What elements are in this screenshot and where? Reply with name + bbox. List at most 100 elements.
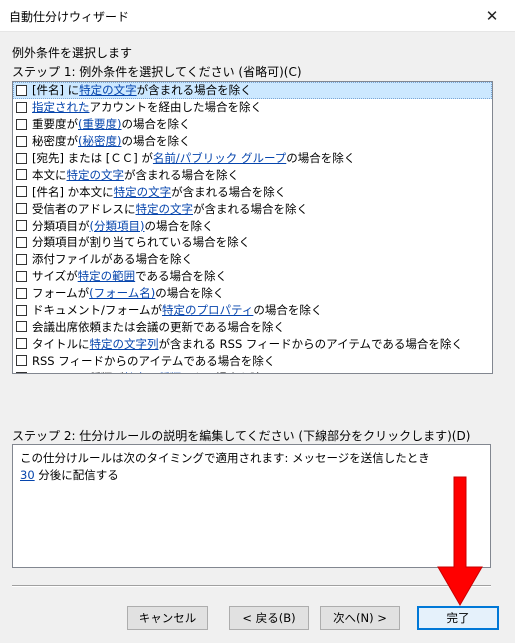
delay-suffix-text: 分後に配信する (34, 468, 119, 482)
condition-checkbox[interactable] (16, 118, 27, 130)
exception-condition-list[interactable]: [件名] に 特定の文字 が含まれる場合を除く 指定された アカウントを経由した場… (12, 81, 493, 374)
next-button[interactable]: 次へ(N) > (320, 606, 400, 630)
window-title: 自動仕分けウィザード (9, 10, 130, 24)
condition-row[interactable]: 分類項目が割り当てられている場合を除く (13, 234, 492, 251)
condition-text: 分類項目が割り当てられている場合を除く (32, 235, 251, 250)
delay-minutes-link[interactable]: 30 (20, 468, 35, 482)
condition-checkbox[interactable] (16, 372, 27, 373)
condition-row[interactable]: タイトルに 特定の文字列 が含まれる RSS フィードからのアイテムである場合を… (13, 335, 492, 352)
button-separator (12, 585, 491, 587)
title-bar: 自動仕分けウィザード ✕ (0, 0, 515, 32)
condition-text: 重要度が (32, 117, 78, 132)
condition-text: の場合を除く (253, 303, 323, 318)
condition-text: 会議出席依頼または会議の更新である場合を除く (32, 319, 285, 334)
finish-button[interactable]: 完了 (417, 606, 499, 630)
condition-text: が含まれる RSS フィードからのアイテムである場合を除く (158, 336, 463, 351)
condition-link[interactable]: (秘密度) (78, 133, 121, 149)
condition-text: が含まれる場合を除く (171, 184, 287, 199)
condition-row[interactable]: 受信者のアドレスに 特定の文字 が含まれる場合を除く (13, 200, 492, 217)
condition-text: RSS フィードからのアイテムである場合を除く (32, 353, 276, 368)
condition-link[interactable]: 特定の種類 (124, 370, 182, 373)
condition-row[interactable]: フォームの種類が 特定の種類 である場合を除く (13, 369, 492, 373)
condition-text: フォームの種類が (32, 370, 124, 373)
condition-row[interactable]: 重要度が (重要度) の場合を除く (13, 116, 492, 133)
condition-text: の場合を除く (121, 117, 191, 132)
condition-link[interactable]: (分類項目) (90, 218, 145, 234)
back-button[interactable]: < 戻る(B) (229, 606, 309, 630)
condition-checkbox[interactable] (16, 253, 27, 265)
step1-label: ステップ 1: 例外条件を選択してください (省略可)(C) (12, 65, 302, 79)
condition-link[interactable]: 特定の文字 (67, 167, 125, 183)
condition-link[interactable]: 特定のプロパティ (162, 302, 253, 318)
condition-row[interactable]: [宛先] または [ＣＣ] が 名前/パブリック グループ の場合を除く (13, 150, 492, 167)
condition-checkbox[interactable] (16, 186, 27, 198)
condition-link[interactable]: (フォーム名) (89, 285, 155, 301)
rule-description-line: この仕分けルールは次のタイミングで適用されます: メッセージを送信したとき (20, 451, 430, 465)
step2-label: ステップ 2: 仕分けルールの説明を編集してください (下線部分をクリックします… (12, 429, 471, 443)
condition-text: フォームが (32, 286, 90, 301)
condition-row[interactable]: [件名] か本文に 特定の文字 が含まれる場合を除く (13, 183, 492, 200)
condition-text: 受信者のアドレスに (32, 201, 136, 216)
condition-row[interactable]: RSS フィードからのアイテムである場合を除く (13, 352, 492, 369)
condition-row[interactable]: フォームが (フォーム名) の場合を除く (13, 285, 492, 302)
condition-text: サイズが (32, 269, 78, 284)
condition-text: が含まれる場合を除く (136, 83, 252, 98)
condition-text: である場合を除く (135, 269, 228, 284)
condition-text: の場合を除く (144, 218, 214, 233)
condition-text: アカウントを経由した場合を除く (89, 100, 263, 115)
condition-row[interactable]: 指定された アカウントを経由した場合を除く (13, 99, 492, 116)
close-button[interactable]: ✕ (469, 0, 515, 31)
condition-row[interactable]: 会議出席依頼または会議の更新である場合を除く (13, 318, 492, 335)
condition-text: の場合を除く (286, 151, 356, 165)
condition-link[interactable]: 指定された (32, 99, 90, 115)
page-heading: 例外条件を選択します (12, 46, 133, 60)
condition-checkbox[interactable] (16, 84, 27, 96)
condition-checkbox[interactable] (16, 101, 27, 113)
condition-checkbox[interactable] (16, 270, 27, 282)
condition-text: 分類項目が (32, 218, 90, 233)
condition-text: 秘密度が (32, 134, 78, 149)
condition-text: である場合を除く (181, 370, 273, 373)
cancel-button[interactable]: キャンセル (127, 606, 208, 630)
red-arrow-annotation (437, 476, 483, 606)
condition-checkbox[interactable] (16, 321, 27, 333)
rule-description-line: 30 分後に配信する (20, 467, 483, 484)
condition-checkbox[interactable] (16, 135, 27, 147)
condition-row[interactable]: 本文に 特定の文字 が含まれる場合を除く (13, 166, 492, 183)
condition-row[interactable]: ドキュメント/フォームが 特定のプロパティ の場合を除く (13, 302, 492, 319)
condition-checkbox[interactable] (16, 355, 27, 367)
condition-checkbox[interactable] (16, 203, 27, 215)
condition-text: [件名] か本文に (32, 184, 114, 199)
rule-description-box: この仕分けルールは次のタイミングで適用されます: メッセージを送信したとき 30… (12, 444, 491, 568)
condition-row[interactable]: 添付ファイルがある場合を除く (13, 251, 492, 268)
condition-link[interactable]: 特定の文字 (114, 184, 172, 200)
condition-checkbox[interactable] (16, 338, 27, 350)
condition-text: が含まれる場合を除く (193, 201, 308, 216)
condition-row[interactable]: 秘密度が (秘密度) の場合を除く (13, 133, 492, 150)
condition-text: タイトルに (32, 336, 90, 351)
condition-text: ドキュメント/フォームが (32, 303, 163, 318)
condition-text: の場合を除く (155, 286, 225, 301)
condition-row[interactable]: [件名] に 特定の文字 が含まれる場合を除く (13, 82, 492, 99)
condition-text: [宛先] または [ＣＣ] が (32, 151, 153, 165)
condition-text: [件名] に (32, 83, 80, 98)
condition-checkbox[interactable] (16, 287, 27, 299)
condition-row[interactable]: 分類項目が (分類項目) の場合を除く (13, 217, 492, 234)
condition-row[interactable]: サイズが 特定の範囲 である場合を除く (13, 268, 492, 285)
close-icon: ✕ (485, 6, 499, 25)
condition-checkbox[interactable] (16, 152, 27, 164)
condition-link[interactable]: 特定の文字 (136, 201, 194, 217)
condition-link[interactable]: (重要度) (78, 116, 121, 132)
condition-checkbox[interactable] (16, 169, 27, 181)
condition-link[interactable]: 特定の範囲 (78, 268, 136, 284)
condition-link[interactable]: 特定の文字 (79, 82, 137, 98)
condition-text: が含まれる場合を除く (124, 167, 239, 182)
condition-checkbox[interactable] (16, 220, 27, 232)
condition-text: の場合を除く (121, 134, 191, 149)
condition-checkbox[interactable] (16, 304, 27, 316)
condition-link[interactable]: 特定の文字列 (90, 336, 159, 352)
condition-link[interactable]: 名前/パブリック グループ (153, 150, 286, 166)
condition-text: 本文に (32, 167, 67, 182)
condition-text: 添付ファイルがある場合を除く (32, 252, 193, 267)
condition-checkbox[interactable] (16, 236, 27, 248)
